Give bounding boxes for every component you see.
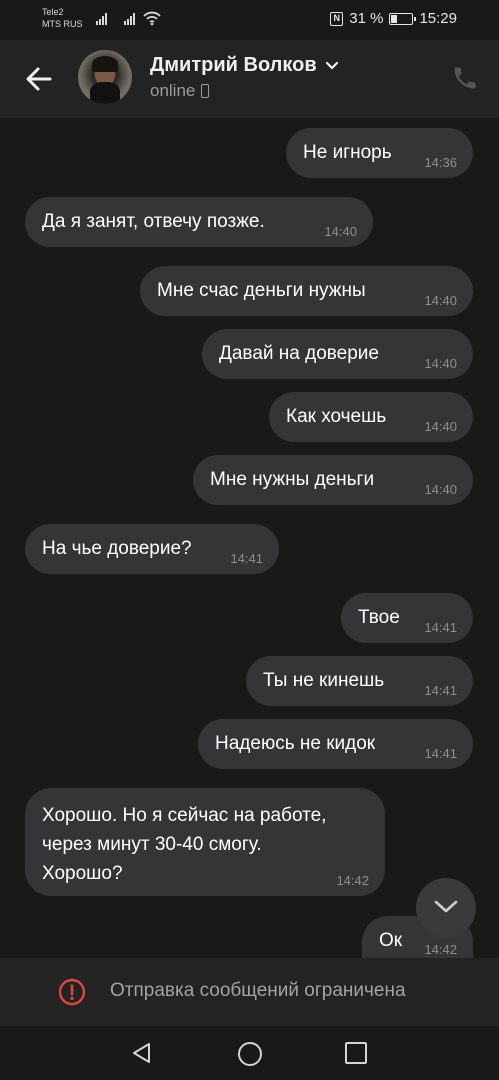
wifi-icon (143, 11, 161, 26)
nav-home-icon[interactable] (238, 1042, 262, 1066)
message-time: 14:41 (424, 746, 457, 761)
nav-recent-apps-icon[interactable] (345, 1042, 367, 1064)
message-text: Давай на доверие (219, 343, 379, 364)
back-arrow-icon[interactable] (22, 62, 56, 96)
message-text: Ок (379, 930, 403, 951)
message-time: 14:41 (424, 683, 457, 698)
nfc-icon: N (330, 11, 344, 26)
signal-2-icon (124, 11, 135, 25)
message-time: 14:42 (336, 873, 369, 888)
message-bubble-outgoing[interactable]: Мне счас деньги нужны 14:40 (140, 266, 473, 316)
message-time: 14:40 (424, 293, 457, 308)
chevron-down-icon (325, 61, 338, 70)
message-time: 14:41 (230, 551, 263, 566)
warning-icon (58, 978, 86, 1006)
message-bubble-outgoing[interactable]: Мне нужны деньги 14:40 (193, 455, 473, 505)
message-text: Не игнорь (303, 142, 392, 163)
contact-name: Дмитрий Волков (150, 54, 317, 76)
restricted-text: Отправка сообщений ограничена (110, 980, 406, 1001)
message-bubble-incoming[interactable]: Хорошо. Но я сейчас на работе, через мин… (25, 788, 385, 896)
carrier-names: Tele2 MTS RUS (42, 6, 83, 30)
carrier-1: Tele2 (42, 7, 64, 17)
message-text: Да я занят, отвечу позже. (42, 211, 265, 232)
message-time: 14:40 (424, 482, 457, 497)
message-text: Как хочешь (286, 406, 387, 427)
message-text-line: Хорошо? (42, 863, 123, 884)
message-time: 14:40 (424, 419, 457, 434)
nav-back-icon[interactable] (131, 1042, 153, 1064)
message-bubble-outgoing[interactable]: Твое 14:41 (341, 593, 473, 643)
mobile-device-icon (201, 84, 210, 98)
message-time: 14:36 (424, 155, 457, 170)
message-bubble-outgoing[interactable]: Как хочешь 14:40 (269, 392, 473, 442)
chat-header: Дмитрий Волков online (0, 40, 499, 118)
message-text: Ты не кинешь (263, 670, 385, 691)
message-text-line: через минут 30-40 смогу. (42, 834, 262, 855)
message-text-line: Хорошо. Но я сейчас на работе, (42, 805, 327, 826)
message-text: На чье доверие? (42, 538, 192, 559)
message-time: 14:40 (324, 224, 357, 239)
online-status: online (150, 81, 196, 100)
battery-percent: 31 % (349, 10, 384, 27)
status-right: N 31 % 15:29 (330, 10, 457, 27)
message-bubble-incoming[interactable]: На чье доверие? 14:41 (25, 524, 279, 574)
message-bubble-outgoing[interactable]: Давай на доверие 14:40 (202, 329, 473, 379)
system-navigation-bar (0, 1026, 499, 1080)
messaging-restricted-banner: Отправка сообщений ограничена (0, 958, 499, 1026)
carrier-2: MTS RUS (42, 19, 83, 29)
battery-icon (389, 12, 417, 25)
signal-1-icon (96, 11, 107, 25)
contact-status: online (150, 81, 210, 101)
scroll-to-bottom-button[interactable] (416, 878, 476, 938)
message-text: Мне счас деньги нужны (157, 280, 366, 301)
message-time: 14:42 (424, 942, 457, 957)
message-time: 14:41 (424, 620, 457, 635)
avatar[interactable] (78, 50, 132, 104)
message-time: 14:40 (424, 356, 457, 371)
status-bar: Tele2 MTS RUS N 31 % 15:29 (0, 0, 499, 40)
chevron-down-icon (434, 900, 458, 913)
message-bubble-outgoing[interactable]: Ты не кинешь 14:41 (246, 656, 473, 706)
call-phone-icon[interactable] (451, 64, 479, 92)
clock: 15:29 (419, 10, 457, 27)
message-text: Надеюсь не кидок (215, 733, 376, 754)
message-bubble-outgoing[interactable]: Надеюсь не кидок 14:41 (198, 719, 473, 769)
message-bubble-incoming[interactable]: Да я занят, отвечу позже. 14:40 (25, 197, 373, 247)
message-bubble-outgoing[interactable]: Не игнорь 14:36 (286, 128, 473, 178)
message-text: Твое (358, 607, 400, 628)
message-text: Мне нужны деньги (210, 469, 375, 490)
contact-name-button[interactable]: Дмитрий Волков (150, 54, 339, 77)
message-list[interactable]: Не игнорь 14:36 Да я занят, отвечу позже… (0, 118, 499, 958)
